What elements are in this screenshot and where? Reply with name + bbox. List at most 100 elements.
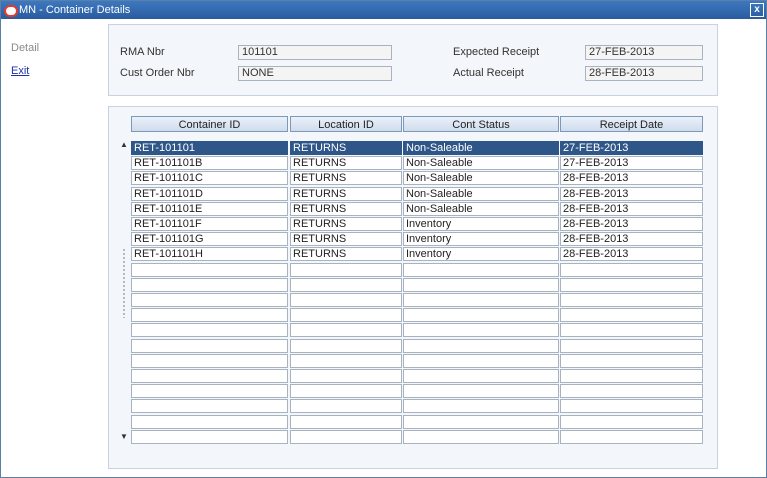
table-row[interactable]: RET-101101F RETURNS Inventory 28-FEB-2013: [131, 217, 703, 231]
table-cell[interactable]: 28-FEB-2013: [560, 202, 703, 216]
table-cell[interactable]: Non-Saleable: [403, 141, 559, 155]
column-header-receipt-date[interactable]: Receipt Date: [560, 116, 703, 132]
cust-order-field[interactable]: NONE: [238, 66, 392, 81]
table-cell[interactable]: [290, 339, 402, 353]
table-cell[interactable]: [560, 354, 703, 368]
table-row[interactable]: RET-101101G RETURNS Inventory 28-FEB-2013: [131, 232, 703, 246]
table-row[interactable]: [131, 430, 703, 444]
table-cell[interactable]: [290, 354, 402, 368]
table-cell[interactable]: RETURNS: [290, 217, 402, 231]
table-cell[interactable]: 28-FEB-2013: [560, 232, 703, 246]
table-cell[interactable]: [131, 278, 288, 292]
table-cell[interactable]: [560, 339, 703, 353]
expected-receipt-field[interactable]: 27-FEB-2013: [585, 45, 703, 60]
table-cell[interactable]: [131, 354, 288, 368]
table-cell[interactable]: RETURNS: [290, 187, 402, 201]
table-cell[interactable]: [560, 263, 703, 277]
table-cell[interactable]: [131, 430, 288, 444]
table-cell[interactable]: RETURNS: [290, 202, 402, 216]
table-cell[interactable]: [403, 263, 559, 277]
table-cell[interactable]: [403, 399, 559, 413]
table-cell[interactable]: [403, 293, 559, 307]
table-cell[interactable]: [403, 369, 559, 383]
rma-field[interactable]: 101101: [238, 45, 392, 60]
table-cell[interactable]: 28-FEB-2013: [560, 217, 703, 231]
table-row[interactable]: [131, 384, 703, 398]
table-cell[interactable]: RETURNS: [290, 156, 402, 170]
exit-link[interactable]: Exit: [11, 65, 29, 77]
table-cell[interactable]: RETURNS: [290, 232, 402, 246]
column-header-cont-status[interactable]: Cont Status: [403, 116, 559, 132]
table-cell[interactable]: [560, 430, 703, 444]
table-cell[interactable]: [131, 369, 288, 383]
table-cell[interactable]: Non-Saleable: [403, 171, 559, 185]
table-cell[interactable]: 28-FEB-2013: [560, 187, 703, 201]
table-row[interactable]: [131, 293, 703, 307]
table-cell[interactable]: [131, 415, 288, 429]
table-cell[interactable]: [403, 384, 559, 398]
scroll-up-arrow-icon[interactable]: ▲: [119, 140, 129, 150]
table-cell[interactable]: [131, 384, 288, 398]
close-icon[interactable]: x: [750, 3, 764, 17]
table-cell[interactable]: Inventory: [403, 232, 559, 246]
table-cell[interactable]: [290, 415, 402, 429]
table-cell[interactable]: Inventory: [403, 247, 559, 261]
table-cell[interactable]: [560, 369, 703, 383]
table-cell[interactable]: [403, 430, 559, 444]
table-cell[interactable]: RET-101101D: [131, 187, 288, 201]
table-cell[interactable]: Non-Saleable: [403, 202, 559, 216]
table-cell[interactable]: [290, 308, 402, 322]
table-cell[interactable]: [560, 278, 703, 292]
table-cell[interactable]: RETURNS: [290, 141, 402, 155]
table-cell[interactable]: [290, 293, 402, 307]
table-row[interactable]: [131, 323, 703, 337]
table-cell[interactable]: [290, 263, 402, 277]
table-cell[interactable]: [403, 308, 559, 322]
table-row[interactable]: RET-101101H RETURNS Inventory 28-FEB-2013: [131, 247, 703, 261]
table-cell[interactable]: 28-FEB-2013: [560, 247, 703, 261]
table-cell[interactable]: [290, 430, 402, 444]
table-cell[interactable]: [560, 384, 703, 398]
table-cell[interactable]: [560, 293, 703, 307]
table-cell[interactable]: [290, 399, 402, 413]
table-cell[interactable]: RET-101101C: [131, 171, 288, 185]
table-cell[interactable]: [131, 263, 288, 277]
table-cell[interactable]: [131, 339, 288, 353]
table-cell[interactable]: 28-FEB-2013: [560, 171, 703, 185]
scrollbar-track[interactable]: [122, 248, 127, 318]
table-row[interactable]: RET-101101 RETURNS Non-Saleable 27-FEB-2013: [131, 141, 703, 155]
table-row[interactable]: [131, 354, 703, 368]
table-cell[interactable]: [403, 339, 559, 353]
table-cell[interactable]: [403, 415, 559, 429]
table-cell[interactable]: [403, 323, 559, 337]
table-cell[interactable]: RET-101101E: [131, 202, 288, 216]
table-cell[interactable]: [290, 369, 402, 383]
table-cell[interactable]: Inventory: [403, 217, 559, 231]
table-cell[interactable]: [131, 323, 288, 337]
table-cell[interactable]: RET-101101: [131, 141, 288, 155]
table-cell[interactable]: RET-101101H: [131, 247, 288, 261]
table-row[interactable]: [131, 308, 703, 322]
table-cell[interactable]: RET-101101G: [131, 232, 288, 246]
table-cell[interactable]: [131, 308, 288, 322]
table-cell[interactable]: [560, 399, 703, 413]
table-row[interactable]: [131, 399, 703, 413]
table-cell[interactable]: 27-FEB-2013: [560, 156, 703, 170]
table-cell[interactable]: RET-101101F: [131, 217, 288, 231]
table-cell[interactable]: [290, 384, 402, 398]
table-cell[interactable]: [290, 323, 402, 337]
column-header-location-id[interactable]: Location ID: [290, 116, 402, 132]
table-row[interactable]: [131, 415, 703, 429]
table-cell[interactable]: 27-FEB-2013: [560, 141, 703, 155]
table-cell[interactable]: [560, 323, 703, 337]
table-cell[interactable]: [131, 399, 288, 413]
table-row[interactable]: RET-101101D RETURNS Non-Saleable 28-FEB-201…: [131, 187, 703, 201]
column-header-container-id[interactable]: Container ID: [131, 116, 288, 132]
table-cell[interactable]: Non-Saleable: [403, 156, 559, 170]
table-cell[interactable]: Non-Saleable: [403, 187, 559, 201]
table-cell[interactable]: [560, 415, 703, 429]
table-row[interactable]: [131, 263, 703, 277]
table-cell[interactable]: [403, 278, 559, 292]
actual-receipt-field[interactable]: 28-FEB-2013: [585, 66, 703, 81]
table-cell[interactable]: RET-101101B: [131, 156, 288, 170]
